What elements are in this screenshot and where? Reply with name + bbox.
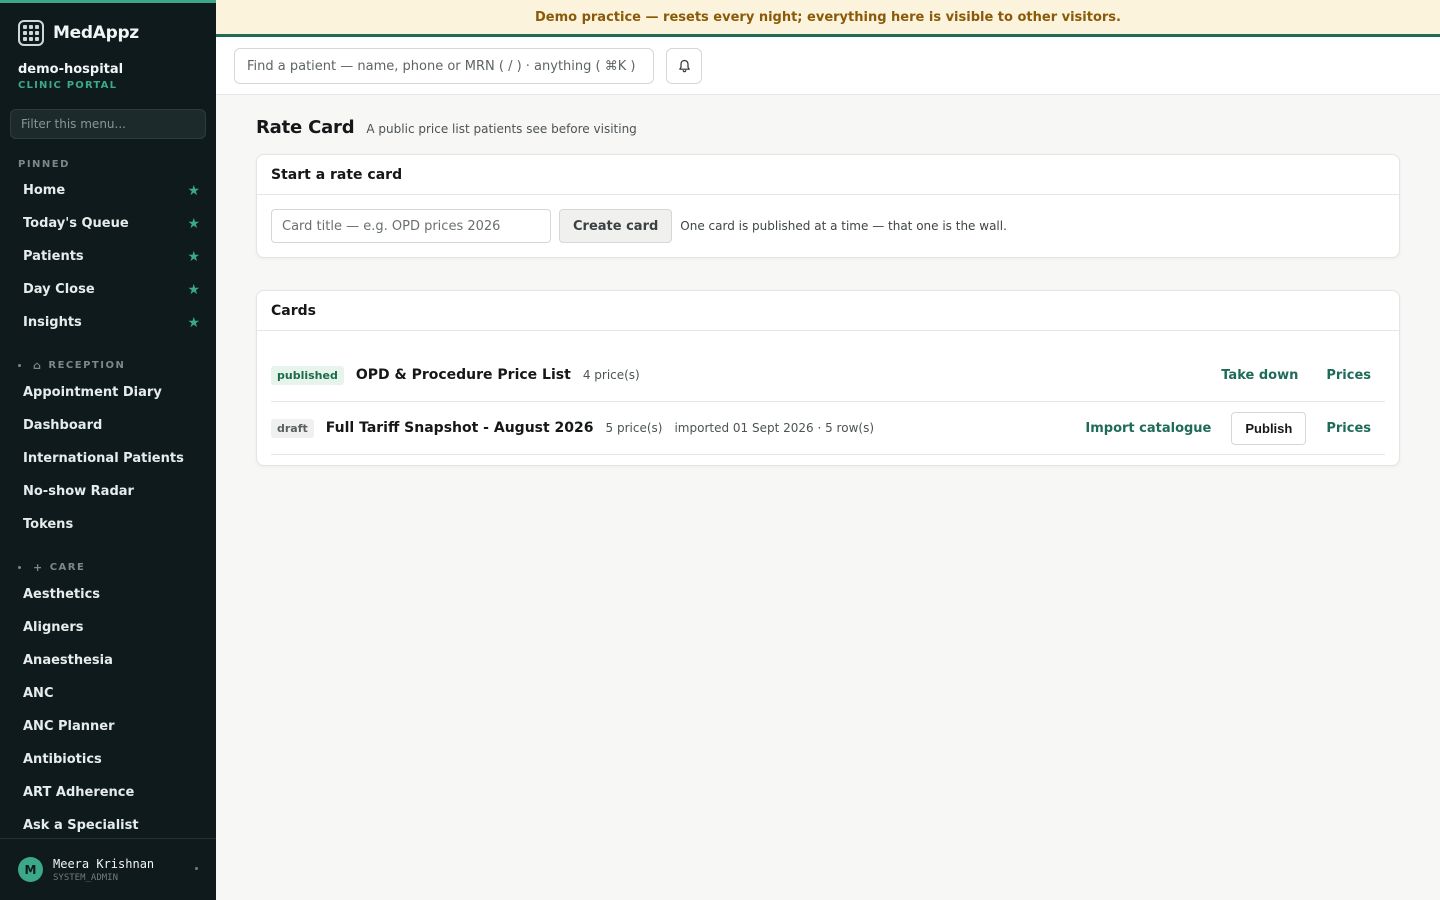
- section-label-pinned: PINNED: [18, 159, 216, 170]
- prices-link[interactable]: Prices: [1312, 421, 1385, 436]
- start-rate-card-panel: Start a rate card Create card One card i…: [256, 154, 1400, 258]
- create-card-button[interactable]: Create card: [559, 209, 673, 243]
- collapse-dot-icon: [18, 364, 21, 367]
- sidebar-item-label: Antibiotics: [23, 752, 102, 767]
- sidebar-item-label: Ask a Specialist: [23, 818, 139, 833]
- star-icon[interactable]: ★: [187, 216, 200, 232]
- price-count: 4 price(s): [582, 368, 640, 382]
- start-rate-card-form: Create card One card is published at a t…: [257, 195, 1399, 243]
- sidebar-item-label: Anaesthesia: [23, 653, 113, 668]
- sidebar-item-anc-planner[interactable]: ANC Planner: [0, 710, 216, 743]
- sidebar-item-label: ANC: [23, 686, 54, 701]
- brand[interactable]: MedAppz: [18, 18, 216, 48]
- section-label-care[interactable]: + CARE: [18, 561, 216, 574]
- card-title: OPD & Procedure Price List: [355, 367, 571, 383]
- section-label-reception[interactable]: ⌂ RECEPTION: [18, 359, 216, 372]
- page-title: Rate Card: [256, 117, 355, 138]
- section-label-text: PINNED: [18, 159, 70, 170]
- user-info: Meera Krishnan SYSTEM_ADMIN: [53, 857, 154, 883]
- collapse-dot-icon: [18, 566, 21, 569]
- sidebar-item-label: Aligners: [23, 620, 84, 635]
- price-count: 5 price(s): [605, 421, 663, 435]
- sidebar-item-label: ART Adherence: [23, 785, 135, 800]
- menu-filter-input[interactable]: [10, 109, 206, 139]
- notifications-button[interactable]: [666, 48, 702, 84]
- topbar: [216, 37, 1440, 95]
- plus-icon: +: [33, 561, 44, 574]
- status-badge: published: [271, 365, 344, 385]
- cards-panel: Cards published OPD & Procedure Price Li…: [256, 290, 1400, 466]
- sidebar-item-label: ANC Planner: [23, 719, 115, 734]
- page-subtitle: A public price list patients see before …: [366, 122, 637, 136]
- sidebar-item-label: Tokens: [23, 517, 74, 532]
- prices-link[interactable]: Prices: [1312, 368, 1385, 383]
- sidebar-item-patients[interactable]: Patients ★: [0, 240, 216, 273]
- user-role: SYSTEM_ADMIN: [53, 872, 119, 883]
- sidebar-item-insights[interactable]: Insights ★: [0, 306, 216, 339]
- sidebar-item-label: Appointment Diary: [23, 385, 162, 400]
- panel-title: Cards: [257, 291, 1399, 331]
- page-header: Rate Card A public price list patients s…: [256, 117, 1400, 138]
- star-icon[interactable]: ★: [187, 183, 200, 199]
- demo-banner-text: Demo practice — resets every night; ever…: [534, 9, 1121, 25]
- brand-name: MedAppz: [53, 23, 139, 43]
- sidebar-item-antibiotics[interactable]: Antibiotics: [0, 743, 216, 776]
- sidebar-item-label: Patients: [23, 249, 84, 264]
- star-icon[interactable]: ★: [187, 282, 200, 298]
- panel-title: Start a rate card: [257, 155, 1399, 195]
- user-name: Meera Krishnan: [53, 856, 155, 871]
- demo-banner: Demo practice — resets every night; ever…: [216, 0, 1440, 37]
- sidebar-item-label: Aesthetics: [23, 587, 101, 602]
- sidebar-item-anc[interactable]: ANC: [0, 677, 216, 710]
- section-label-text: CARE: [49, 562, 86, 573]
- org-subtitle: CLINIC PORTAL: [18, 80, 118, 91]
- sidebar-item-art-adherence[interactable]: ART Adherence: [0, 776, 216, 809]
- sidebar-item-label: No-show Radar: [23, 484, 134, 499]
- table-row: draft Full Tariff Snapshot - August 2026…: [271, 402, 1385, 455]
- patient-search-input[interactable]: [234, 48, 654, 84]
- app-grid-icon: [18, 20, 44, 46]
- sidebar-item-label: Today's Queue: [23, 216, 129, 231]
- card-title-input[interactable]: [271, 209, 551, 243]
- section-label-text: RECEPTION: [48, 360, 126, 371]
- sidebar-item-appointment-diary[interactable]: Appointment Diary: [0, 376, 216, 409]
- sidebar-item-international-patients[interactable]: International Patients: [0, 442, 216, 475]
- publish-hint: One card is published at a time — that o…: [680, 219, 1007, 233]
- table-row: published OPD & Procedure Price List 4 p…: [271, 349, 1385, 402]
- status-badge: draft: [271, 418, 314, 438]
- star-icon[interactable]: ★: [187, 315, 200, 331]
- publish-button[interactable]: Publish: [1231, 411, 1307, 445]
- main-content: Rate Card A public price list patients s…: [256, 95, 1400, 466]
- sidebar-item-label: Dashboard: [23, 418, 103, 433]
- sidebar-item-anaesthesia[interactable]: Anaesthesia: [0, 644, 216, 677]
- org-name: demo-hospital: [18, 62, 124, 77]
- user-menu[interactable]: M Meera Krishnan SYSTEM_ADMIN: [0, 838, 216, 900]
- menu-dot-icon: [195, 867, 198, 870]
- sidebar-item-label: Home: [23, 183, 66, 198]
- sidebar: MedAppz demo-hospital CLINIC PORTAL PINN…: [0, 0, 216, 900]
- import-info: imported 01 Sept 2026 · 5 row(s): [674, 421, 874, 435]
- sidebar-item-todays-queue[interactable]: Today's Queue ★: [0, 207, 216, 240]
- sidebar-item-dashboard[interactable]: Dashboard: [0, 409, 216, 442]
- home-icon: ⌂: [33, 359, 43, 372]
- avatar: M: [18, 857, 43, 882]
- bell-icon: [678, 59, 690, 73]
- sidebar-item-label: International Patients: [23, 451, 184, 466]
- sidebar-item-label: Day Close: [23, 282, 95, 297]
- sidebar-item-label: Insights: [23, 315, 82, 330]
- sidebar-item-tokens[interactable]: Tokens: [0, 508, 216, 541]
- take-down-link[interactable]: Take down: [1207, 368, 1312, 383]
- sidebar-item-day-close[interactable]: Day Close ★: [0, 273, 216, 306]
- cards-list: published OPD & Procedure Price List 4 p…: [257, 331, 1399, 455]
- sidebar-item-aesthetics[interactable]: Aesthetics: [0, 578, 216, 611]
- sidebar-item-home[interactable]: Home ★: [0, 174, 216, 207]
- import-catalogue-link[interactable]: Import catalogue: [1071, 421, 1225, 436]
- card-title: Full Tariff Snapshot - August 2026: [325, 420, 594, 436]
- star-icon[interactable]: ★: [187, 249, 200, 265]
- sidebar-item-no-show-radar[interactable]: No-show Radar: [0, 475, 216, 508]
- sidebar-item-aligners[interactable]: Aligners: [0, 611, 216, 644]
